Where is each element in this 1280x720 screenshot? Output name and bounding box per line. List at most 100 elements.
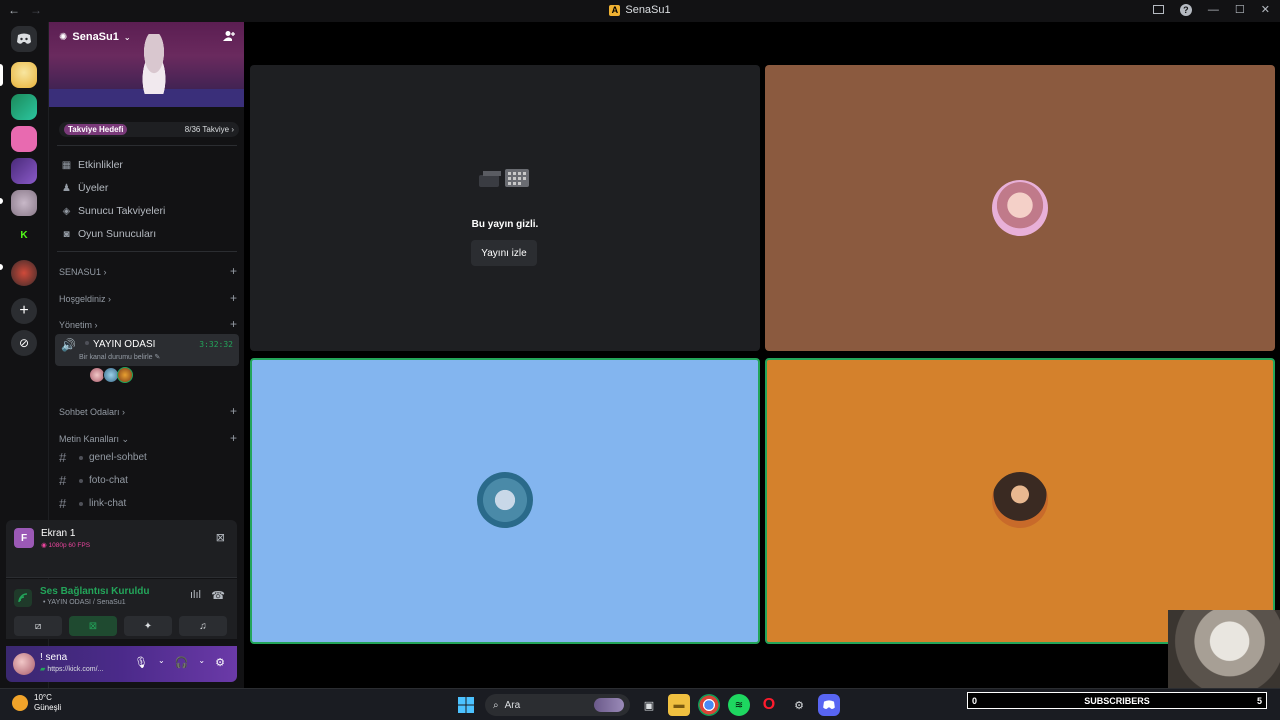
divider xyxy=(57,251,237,252)
inbox-icon[interactable] xyxy=(1152,5,1164,14)
add-channel-icon[interactable]: + xyxy=(230,318,237,330)
subscribers-label: SUBSCRIBERS xyxy=(1084,695,1150,706)
server-name-button[interactable]: ✺ SenaSu1 ⌄ xyxy=(59,31,131,43)
server-2-icon[interactable] xyxy=(11,94,37,120)
server-3-icon[interactable] xyxy=(11,126,37,152)
opera-icon[interactable]: O xyxy=(758,694,780,716)
invite-icon[interactable] xyxy=(223,30,235,45)
channel-dot xyxy=(79,478,83,483)
taskbar-search[interactable]: ⌕ Ara xyxy=(485,694,630,716)
window-title-text: SenaSu1 xyxy=(625,4,671,16)
close-icon[interactable]: ✕ xyxy=(1261,3,1270,16)
boost-goal-bar[interactable]: Takviye Hedefi 8/36 Takviye › xyxy=(59,122,239,137)
nav-events[interactable]: ▦ Etkinlikler xyxy=(61,159,123,171)
connection-location[interactable]: • YAYIN ODASI / SenaSu1 xyxy=(43,599,126,606)
steam-icon[interactable]: ⚙ xyxy=(788,694,810,716)
participant-avatar xyxy=(992,472,1048,528)
gear-icon[interactable]: ⚙ xyxy=(215,656,225,669)
activities-icon: ✦ xyxy=(143,620,153,632)
add-channel-icon[interactable]: + xyxy=(230,292,237,304)
server-4-icon[interactable] xyxy=(11,158,37,184)
webcam-overlay xyxy=(1168,610,1280,688)
screen-share-quality: ◉ 1080p 60 FPS xyxy=(41,542,91,549)
pencil-icon: ✎ xyxy=(154,354,161,361)
voice-controls: ⧄ ⊠ ✦ ♫ xyxy=(14,616,227,636)
headphones-icon[interactable]: 🎧 xyxy=(175,656,189,669)
category-label: Hoşgeldiniz xyxy=(59,294,106,304)
search-placeholder: Ara xyxy=(504,699,521,711)
help-icon[interactable]: ? xyxy=(1179,3,1192,16)
server-5-icon[interactable] xyxy=(11,190,37,216)
text-channel-genel-sohbet[interactable]: # genel-sohbet xyxy=(59,450,237,465)
participant-tile[interactable] xyxy=(765,65,1275,351)
user-avatar[interactable] xyxy=(13,653,35,675)
disconnect-icon[interactable]: ☎ xyxy=(211,589,225,602)
connection-status[interactable]: Ses Bağlantısı Kuruldu xyxy=(40,586,149,597)
members-icon: ♟ xyxy=(62,182,71,194)
nav-label: Üyeler xyxy=(78,182,109,194)
activities-button[interactable]: ✦ xyxy=(124,616,172,636)
hidden-stream-text: Bu yayın gizli. xyxy=(471,219,539,230)
category-metin-kanallari[interactable]: Metin Kanalları ⌄ + xyxy=(59,432,237,445)
nav-members[interactable]: ♟ Üyeler xyxy=(61,182,108,194)
discord-taskbar-icon[interactable] xyxy=(818,694,840,716)
participant-tile[interactable] xyxy=(250,358,760,644)
participant-avatar[interactable] xyxy=(117,367,133,383)
boost-goal-value: 8/36 Takviye › xyxy=(184,125,234,134)
microphone-icon[interactable]: 🎙 xyxy=(134,656,148,669)
calendar-icon: ▦ xyxy=(61,159,72,171)
participant-tile[interactable] xyxy=(765,358,1275,644)
voice-channel-yayin-odasi[interactable]: 🔊 YAYIN ODASI 3:32:32 Bir kanal durumu b… xyxy=(55,334,239,366)
file-explorer-icon[interactable]: ▬ xyxy=(668,694,690,716)
category-yonetim[interactable]: Yönetim › + xyxy=(59,318,237,330)
server-name: SenaSu1 xyxy=(72,31,119,43)
discover-icon[interactable]: ⊘ xyxy=(11,330,37,356)
unread-pill xyxy=(0,198,3,204)
hash-icon: # xyxy=(59,473,67,488)
add-channel-icon[interactable]: + xyxy=(230,432,237,445)
camera-off-icon: ⧄ xyxy=(34,620,42,632)
stream-tile-hidden[interactable]: Bu yayın gizli. Yayını izle xyxy=(250,65,760,351)
server-senasu1-icon[interactable] xyxy=(11,62,37,88)
maximize-icon[interactable]: ☐ xyxy=(1235,3,1245,16)
discord-home-icon[interactable] xyxy=(11,26,37,52)
weather-widget[interactable]: 10°C Güneşli xyxy=(12,693,61,713)
add-server-icon[interactable]: + xyxy=(11,298,37,324)
category-senasu1[interactable]: SENASU1 › + xyxy=(59,265,237,277)
window-title: A SenaSu1 xyxy=(0,4,1280,16)
text-channel-link-chat[interactable]: # link-chat xyxy=(59,496,237,511)
chevron-down-icon[interactable]: ⌄ xyxy=(198,656,205,669)
category-sohbet-odalari[interactable]: Sohbet Odaları › + xyxy=(59,405,237,417)
channel-name: genel-sohbet xyxy=(89,452,147,463)
windows-start-icon[interactable] xyxy=(455,694,477,716)
soundboard-icon: ♫ xyxy=(199,620,207,632)
minimize-icon[interactable]: — xyxy=(1208,4,1219,16)
nav-game-servers[interactable]: ◙ Oyun Sunucuları xyxy=(61,228,156,240)
username[interactable]: ! sena xyxy=(40,652,67,663)
share-screen-button[interactable]: ⊠ xyxy=(69,616,117,636)
camera-off-button[interactable]: ⧄ xyxy=(14,616,62,636)
stop-stream-icon[interactable]: ⊠ xyxy=(216,531,225,544)
server-6-icon[interactable]: K xyxy=(11,222,37,248)
spotify-icon[interactable]: ≋ xyxy=(728,694,750,716)
category-hosgeldiniz[interactable]: Hoşgeldiniz › + xyxy=(59,292,237,304)
server-7-icon[interactable] xyxy=(11,260,37,286)
chrome-icon[interactable] xyxy=(698,694,720,716)
text-channel-foto-chat[interactable]: # foto-chat xyxy=(59,473,237,488)
soundboard-button[interactable]: ♫ xyxy=(179,616,227,636)
watch-stream-button[interactable]: Yayını izle xyxy=(471,240,537,266)
hash-icon: # xyxy=(59,450,67,465)
channel-name: foto-chat xyxy=(89,475,128,486)
signal-icon[interactable] xyxy=(14,589,32,607)
divider xyxy=(57,145,237,146)
voice-channel-status[interactable]: Bir kanal durumu belirle ✎ xyxy=(79,353,160,361)
noise-suppression-icon[interactable]: ılıl xyxy=(190,589,201,601)
chevron-down-icon[interactable]: ⌄ xyxy=(158,656,165,669)
category-label: Metin Kanalları xyxy=(59,434,120,444)
add-channel-icon[interactable]: + xyxy=(230,265,237,277)
task-view-icon[interactable]: ▣ xyxy=(638,694,660,716)
nav-boosts[interactable]: ◈ Sunucu Takviyeleri xyxy=(61,205,166,217)
channel-dot xyxy=(79,455,83,460)
add-channel-icon[interactable]: + xyxy=(230,405,237,417)
stream-icon: ▰ xyxy=(40,666,46,673)
